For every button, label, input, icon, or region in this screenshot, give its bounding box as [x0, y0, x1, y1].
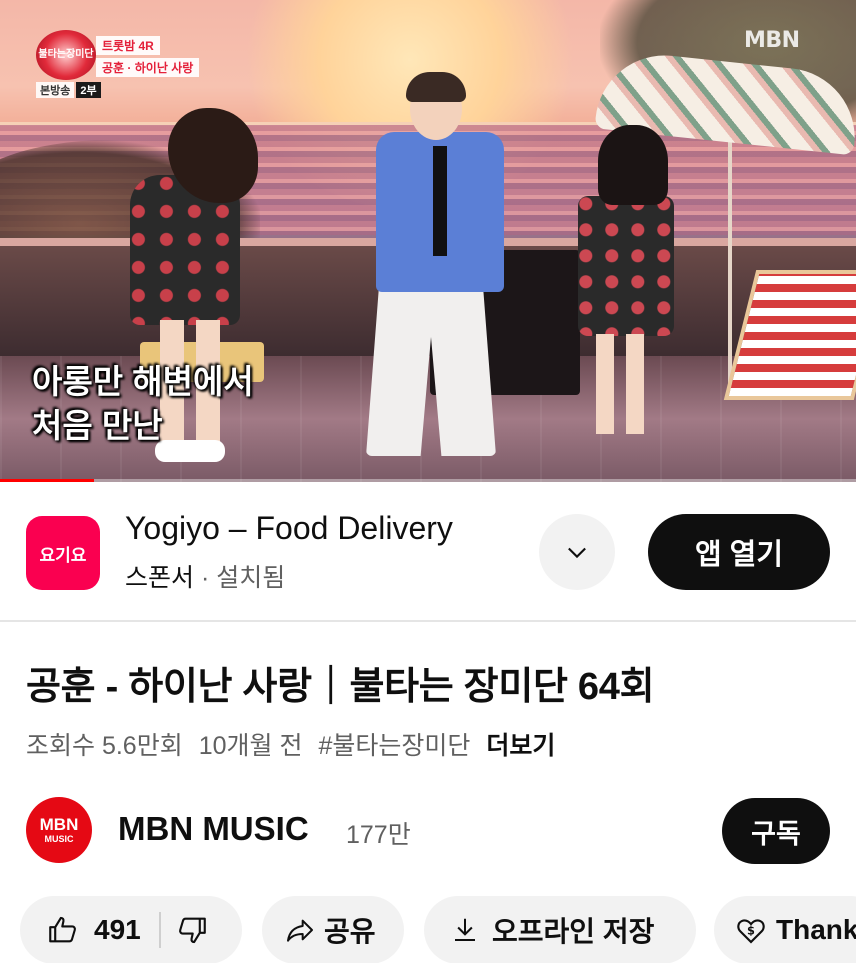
like-count: 491 — [94, 914, 141, 945]
video-player[interactable]: 불타는장미단 트롯밤 4R 공훈 · 하이난 사랑 본방송 2부 MBN 아롱만… — [0, 0, 856, 482]
share-icon — [287, 919, 313, 942]
ad-app-icon-text: 요기요 — [39, 545, 87, 565]
like-button[interactable]: 491 — [20, 913, 141, 947]
section-divider — [0, 620, 856, 622]
svg-text:$: $ — [747, 923, 755, 937]
hashtag-link[interactable]: #불타는장미단 — [318, 726, 470, 762]
download-icon — [455, 918, 475, 941]
thumbs-down-icon — [178, 917, 206, 944]
thumbs-up-icon — [49, 916, 76, 943]
show-logo: 불타는장미단 — [36, 30, 96, 80]
sponsored-ad[interactable]: 요기요 Yogiyo – Food Delivery 스폰서 · 설치됨 앱 열… — [0, 482, 856, 620]
dancer-right-hair — [598, 125, 668, 205]
broadcast-part: 2부 — [76, 82, 101, 98]
like-separator — [158, 912, 161, 948]
ad-title[interactable]: Yogiyo – Food Delivery — [125, 510, 453, 547]
subtitle-line-1: 아롱만 해변에서 — [32, 363, 254, 400]
show-logo-text: 불타는장미단 — [38, 49, 94, 60]
thanks-button[interactable]: $ Thank — [714, 896, 856, 963]
share-button[interactable]: 공유 — [262, 896, 404, 963]
heart-dollar-icon: $ — [737, 919, 765, 944]
channel-name[interactable]: MBN MUSIC — [118, 810, 309, 848]
network-logo: MBN — [744, 28, 800, 53]
upload-age: 10개월 전 — [198, 732, 303, 760]
singer-hair — [406, 72, 466, 102]
chevron-down-icon — [568, 547, 586, 559]
subscribe-button[interactable]: 구독 — [722, 798, 830, 864]
round-label: 트롯밤 4R — [96, 36, 160, 55]
share-label: 공유 — [324, 916, 376, 947]
video-meta[interactable]: 조회수 5.6만회 10개월 전 #불타는장미단 더보기 — [26, 726, 555, 762]
channel-avatar[interactable]: MBN MUSIC — [26, 797, 92, 863]
open-app-button[interactable]: 앱 열기 — [648, 514, 830, 590]
channel-avatar-line1: MBN — [39, 815, 79, 834]
thanks-label: Thank — [776, 914, 856, 945]
ad-install-status: 설치됨 — [216, 564, 286, 592]
singer-tie — [433, 146, 447, 256]
song-info-overlay: 트롯밤 4R 공훈 · 하이난 사랑 — [96, 36, 200, 77]
offline-save-button[interactable]: 오프라인 저장 — [424, 896, 696, 963]
broadcast-badge: 본방송 2부 — [36, 82, 101, 98]
umbrella-pole — [728, 120, 732, 390]
more-button[interactable]: 더보기 — [486, 726, 555, 762]
channel-avatar-line2: MUSIC — [44, 834, 74, 844]
like-dislike-pill: 491 — [20, 896, 242, 963]
broadcast-label: 본방송 — [36, 82, 75, 98]
dancer-right-legs — [596, 334, 644, 434]
ad-sponsor-label: 스폰서 — [125, 564, 195, 592]
subscriber-count: 177만 — [346, 821, 411, 849]
ad-app-icon[interactable]: 요기요 — [26, 516, 100, 590]
video-subtitle: 아롱만 해변에서 처음 만난 — [32, 360, 254, 448]
dancer-right-dress — [578, 196, 674, 336]
view-count: 조회수 5.6만회 — [26, 732, 183, 760]
dislike-button[interactable] — [175, 913, 209, 947]
song-label: 공훈 · 하이난 사랑 — [96, 58, 200, 77]
ad-expand-button[interactable] — [539, 514, 615, 590]
offline-save-label: 오프라인 저장 — [492, 916, 655, 947]
subtitle-line-2: 처음 만난 — [32, 407, 163, 444]
video-title[interactable]: 공훈 - 하이난 사랑｜불타는 장미단 64회 — [26, 655, 655, 710]
ad-separator: · — [194, 564, 217, 592]
ad-subline: 스폰서 · 설치됨 — [125, 558, 285, 594]
